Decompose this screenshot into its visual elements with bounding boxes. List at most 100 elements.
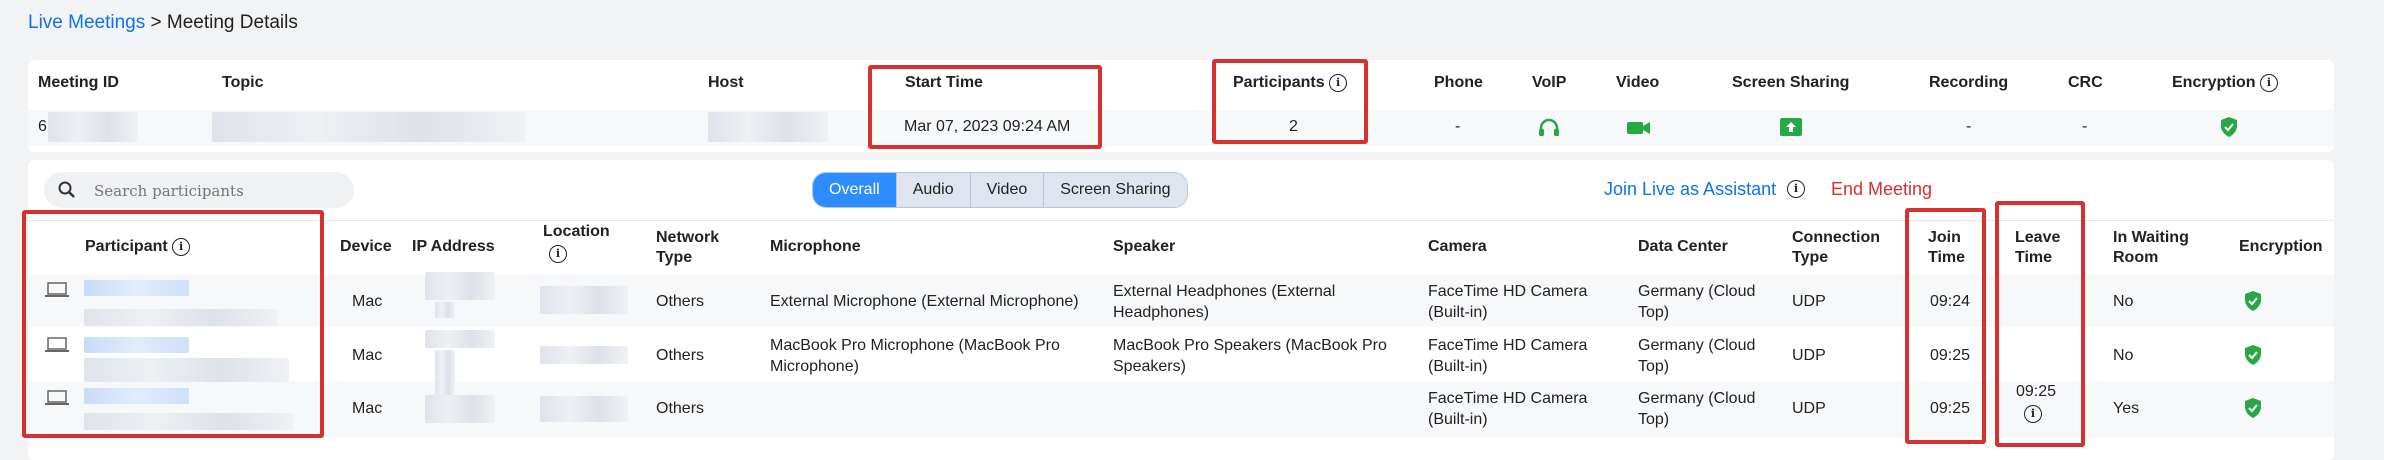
- col-location: Location i: [543, 223, 610, 263]
- shield-check-icon: [2245, 345, 2261, 365]
- row2-data-center-line1: Germany (Cloud: [1638, 337, 1756, 354]
- col-connection-type: Connection Type: [1792, 228, 1880, 268]
- breadcrumb-live-meetings-link[interactable]: Live Meetings: [28, 12, 145, 33]
- row2-microphone: MacBook Pro Microphone (MacBook Pro Micr…: [770, 335, 1060, 377]
- meeting-id-redacted: [48, 112, 138, 142]
- search-input[interactable]: [92, 178, 346, 204]
- tab-screen-sharing[interactable]: Screen Sharing: [1044, 173, 1187, 207]
- location-redacted: [540, 346, 628, 364]
- row3-data-center-line2: Top): [1638, 411, 1670, 428]
- info-icon[interactable]: i: [549, 245, 567, 263]
- info-icon[interactable]: i: [1787, 180, 1805, 198]
- row1-network-type: Others: [656, 293, 705, 310]
- end-meeting-button[interactable]: End Meeting: [1831, 179, 1932, 200]
- row2-camera: FaceTime HD Camera (Built-in): [1428, 335, 1587, 377]
- col-encryption: Encryption: [2239, 238, 2323, 255]
- row3-connection-type: UDP: [1792, 400, 1826, 417]
- breadcrumb-separator: >: [150, 12, 162, 33]
- row1-waiting-room: No: [2113, 293, 2134, 310]
- row3-camera: FaceTime HD Camera (Built-in): [1428, 388, 1587, 430]
- header-host: Host: [708, 74, 744, 91]
- header-recording: Recording: [1929, 74, 2009, 91]
- row1-camera: FaceTime HD Camera (Built-in): [1428, 281, 1587, 323]
- row1-camera-line1: FaceTime HD Camera: [1428, 283, 1588, 300]
- col-in-waiting-room: In Waiting Room: [2113, 228, 2189, 268]
- search-icon: [58, 181, 75, 198]
- shield-check-icon: [2245, 291, 2261, 311]
- highlight-leave-time-column: [1995, 201, 2085, 447]
- tab-group: Overall Audio Video Screen Sharing: [812, 172, 1188, 208]
- join-live-as-assistant-link[interactable]: Join Live as Assistant: [1604, 179, 1776, 200]
- col-camera: Camera: [1428, 238, 1487, 255]
- ip-address-redacted: [435, 302, 455, 318]
- row2-data-center-line2: Top): [1638, 358, 1670, 375]
- row3-device: Mac: [352, 400, 383, 417]
- row3-data-center-line1: Germany (Cloud: [1638, 390, 1756, 407]
- row2-data-center: Germany (Cloud Top): [1638, 335, 1755, 377]
- header-video: Video: [1616, 74, 1660, 91]
- info-icon[interactable]: i: [2260, 74, 2279, 92]
- header-topic: Topic: [222, 74, 264, 91]
- col-location-label: Location: [543, 223, 610, 240]
- col-in-waiting-room-line1: In Waiting: [2113, 229, 2189, 246]
- ip-address-redacted: [435, 350, 455, 395]
- row3-camera-line1: FaceTime HD Camera: [1428, 390, 1588, 407]
- meeting-id-value: 6: [38, 118, 47, 135]
- recording-value: -: [1966, 118, 1972, 135]
- row1-speaker: External Headphones (External Headphones…: [1113, 281, 1335, 323]
- video-camera-icon: [1627, 120, 1651, 141]
- row1-camera-line2: (Built-in): [1428, 304, 1488, 321]
- header-encryption: Encryption i: [2172, 74, 2279, 92]
- topic-redacted: [212, 112, 526, 142]
- header-encryption-label: Encryption: [2172, 74, 2256, 92]
- row1-microphone: External Microphone (External Microphone…: [770, 293, 1079, 310]
- highlight-start-time: [868, 65, 1102, 149]
- row2-device: Mac: [352, 347, 383, 364]
- tab-overall[interactable]: Overall: [813, 173, 897, 207]
- col-network-type-line1: Network: [656, 229, 720, 246]
- crc-value: -: [2082, 118, 2088, 135]
- row3-data-center: Germany (Cloud Top): [1638, 388, 1755, 430]
- col-network-type: Network Type: [656, 228, 719, 268]
- tab-video[interactable]: Video: [970, 173, 1045, 207]
- ip-address-redacted: [425, 395, 495, 423]
- row2-speaker-line1: MacBook Pro Speakers (MacBook Pro: [1113, 337, 1387, 354]
- row1-device: Mac: [352, 293, 383, 310]
- header-meeting-id: Meeting ID: [38, 74, 119, 91]
- row2-connection-type: UDP: [1792, 347, 1826, 364]
- breadcrumb-current: Meeting Details: [166, 12, 298, 33]
- row2-speaker: MacBook Pro Speakers (MacBook Pro Speake…: [1113, 335, 1387, 377]
- ip-address-redacted: [425, 272, 495, 300]
- col-network-type-line2: Type: [656, 249, 693, 266]
- search-box[interactable]: [44, 172, 354, 208]
- shield-check-icon: [2245, 398, 2261, 418]
- row1-data-center-line1: Germany (Cloud: [1638, 283, 1756, 300]
- row1-speaker-line2: Headphones): [1113, 304, 1210, 321]
- location-redacted: [540, 396, 628, 422]
- row1-connection-type: UDP: [1792, 293, 1826, 310]
- header-voip: VoIP: [1532, 74, 1567, 91]
- row3-waiting-room: Yes: [2113, 400, 2140, 417]
- row3-network-type: Others: [656, 400, 705, 417]
- row2-camera-line1: FaceTime HD Camera: [1428, 337, 1588, 354]
- row1-speaker-line1: External Headphones (External: [1113, 283, 1336, 300]
- breadcrumb: Live Meetings > Meeting Details: [28, 12, 298, 34]
- row2-microphone-line2: Microphone): [770, 358, 859, 375]
- highlight-participant-column: [22, 210, 324, 438]
- header-crc: CRC: [2068, 74, 2103, 91]
- row1-data-center: Germany (Cloud Top): [1638, 281, 1755, 323]
- row2-microphone-line1: MacBook Pro Microphone (MacBook Pro: [770, 337, 1060, 354]
- highlight-participants: [1212, 59, 1368, 144]
- header-phone: Phone: [1434, 74, 1483, 91]
- row3-camera-line2: (Built-in): [1428, 411, 1488, 428]
- col-device: Device: [340, 238, 392, 255]
- row2-camera-line2: (Built-in): [1428, 358, 1488, 375]
- row2-network-type: Others: [656, 347, 705, 364]
- highlight-join-time-column: [1905, 208, 1986, 444]
- headset-icon: [1538, 118, 1560, 143]
- screen-share-icon: [1780, 118, 1802, 141]
- tab-audio[interactable]: Audio: [896, 173, 971, 207]
- location-redacted: [540, 286, 628, 314]
- col-connection-type-line1: Connection: [1792, 229, 1880, 246]
- header-screen-sharing: Screen Sharing: [1732, 74, 1850, 91]
